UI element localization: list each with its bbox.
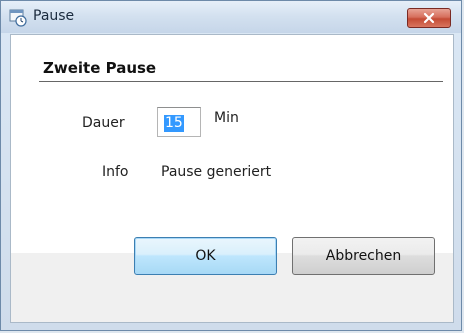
dauer-label: Dauer	[82, 115, 125, 131]
close-icon	[423, 12, 435, 24]
title-bar[interactable]: Pause	[1, 1, 461, 33]
dauer-unit-label: Min	[214, 110, 239, 126]
clock-window-icon	[9, 9, 27, 27]
section-title: Zweite Pause	[43, 59, 157, 77]
cancel-button[interactable]: Abbrechen	[292, 237, 435, 275]
section-divider	[39, 81, 443, 82]
info-label: Info	[102, 164, 129, 180]
dauer-input[interactable]: 15	[157, 107, 201, 137]
dauer-value: 15	[164, 115, 184, 132]
window-title: Pause	[33, 8, 75, 24]
close-button[interactable]	[407, 8, 451, 28]
ok-button[interactable]: OK	[134, 237, 277, 275]
pause-dialog: Pause Zweite Pause Dauer 15 Min Info Pau…	[0, 0, 462, 331]
info-value: Pause generiert	[161, 164, 272, 180]
dialog-content: Zweite Pause Dauer 15 Min Info Pause gen…	[10, 34, 454, 323]
